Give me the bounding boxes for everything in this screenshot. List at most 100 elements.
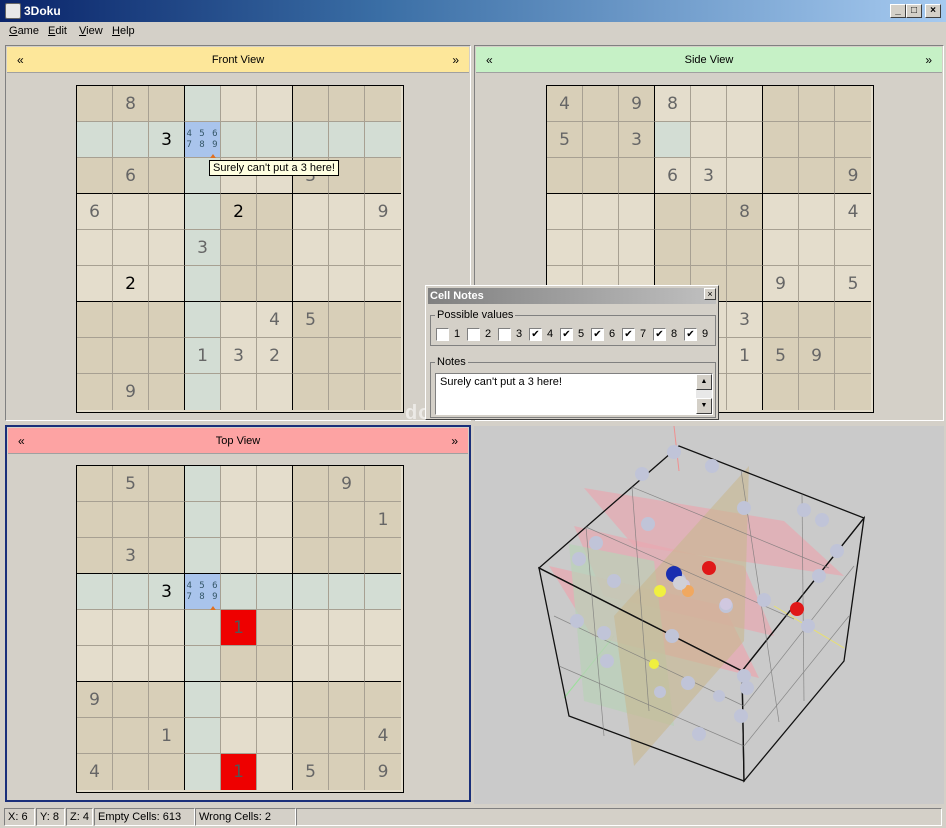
- sudoku-cell[interactable]: [149, 754, 185, 790]
- sudoku-cell[interactable]: 3: [619, 122, 655, 158]
- sudoku-cell[interactable]: [221, 574, 257, 610]
- sudoku-cell[interactable]: [185, 682, 221, 718]
- sudoku-cell[interactable]: [113, 302, 149, 338]
- sudoku-cell[interactable]: [547, 230, 583, 266]
- sudoku-cell[interactable]: [77, 302, 113, 338]
- sudoku-cell[interactable]: [77, 338, 113, 374]
- top-sudoku-board[interactable]: 591334 5 67 8 919144159: [76, 465, 404, 793]
- value-checkbox-1[interactable]: [436, 328, 449, 341]
- sudoku-cell[interactable]: [257, 502, 293, 538]
- sudoku-cell[interactable]: 5: [835, 266, 871, 302]
- sudoku-cell[interactable]: [257, 574, 293, 610]
- sudoku-cell[interactable]: [185, 754, 221, 790]
- value-checkbox-6[interactable]: ✔: [591, 328, 604, 341]
- sudoku-cell[interactable]: [329, 374, 365, 410]
- sudoku-cell[interactable]: [221, 302, 257, 338]
- value-checkbox-3[interactable]: [498, 328, 511, 341]
- notes-scrollbar[interactable]: ▲ ▼: [696, 374, 712, 414]
- sudoku-cell[interactable]: [655, 230, 691, 266]
- sudoku-cell[interactable]: 9: [835, 158, 871, 194]
- sudoku-cell[interactable]: [727, 374, 763, 410]
- cube-3d-render[interactable]: [474, 426, 944, 804]
- sudoku-cell[interactable]: [691, 122, 727, 158]
- sudoku-cell[interactable]: [365, 158, 401, 194]
- value-checkbox-8[interactable]: ✔: [653, 328, 666, 341]
- sudoku-cell[interactable]: [835, 338, 871, 374]
- top-next-button[interactable]: »: [451, 434, 458, 448]
- sudoku-cell[interactable]: [149, 194, 185, 230]
- sudoku-cell[interactable]: [113, 718, 149, 754]
- sudoku-cell[interactable]: [365, 374, 401, 410]
- sudoku-cell[interactable]: [365, 610, 401, 646]
- sudoku-cell[interactable]: [365, 302, 401, 338]
- sudoku-cell[interactable]: [77, 158, 113, 194]
- sudoku-cell[interactable]: [763, 86, 799, 122]
- sudoku-cell[interactable]: [583, 86, 619, 122]
- sudoku-cell[interactable]: [365, 338, 401, 374]
- sudoku-cell[interactable]: [221, 122, 257, 158]
- sudoku-cell[interactable]: 4: [547, 86, 583, 122]
- sudoku-cell[interactable]: [619, 158, 655, 194]
- sudoku-cell[interactable]: [619, 230, 655, 266]
- sudoku-cell[interactable]: [257, 610, 293, 646]
- value-checkbox-5[interactable]: ✔: [560, 328, 573, 341]
- sudoku-cell[interactable]: [329, 338, 365, 374]
- sudoku-cell[interactable]: [293, 266, 329, 302]
- sudoku-cell[interactable]: 8: [113, 86, 149, 122]
- sudoku-cell[interactable]: [149, 266, 185, 302]
- sudoku-cell[interactable]: 9: [365, 754, 401, 790]
- sudoku-cell[interactable]: [365, 538, 401, 574]
- sudoku-cell[interactable]: 3: [221, 338, 257, 374]
- sudoku-cell[interactable]: 2: [113, 266, 149, 302]
- sudoku-cell[interactable]: [763, 230, 799, 266]
- value-checkbox-2[interactable]: [467, 328, 480, 341]
- sudoku-cell[interactable]: [293, 230, 329, 266]
- sudoku-cell[interactable]: [329, 266, 365, 302]
- sudoku-cell[interactable]: [835, 374, 871, 410]
- sudoku-cell[interactable]: [149, 86, 185, 122]
- scroll-down-arrow-icon[interactable]: ▼: [696, 398, 712, 414]
- sudoku-cell[interactable]: [727, 86, 763, 122]
- sudoku-cell[interactable]: [293, 122, 329, 158]
- sudoku-cell[interactable]: [583, 230, 619, 266]
- sudoku-cell[interactable]: [799, 302, 835, 338]
- sudoku-cell[interactable]: 2: [221, 194, 257, 230]
- sudoku-cell[interactable]: [113, 502, 149, 538]
- sudoku-cell[interactable]: [185, 466, 221, 502]
- sudoku-cell[interactable]: [835, 230, 871, 266]
- sudoku-cell[interactable]: [149, 466, 185, 502]
- sudoku-cell[interactable]: [113, 194, 149, 230]
- sudoku-cell[interactable]: [221, 266, 257, 302]
- sudoku-cell[interactable]: [293, 86, 329, 122]
- menu-view[interactable]: View: [79, 25, 103, 37]
- sudoku-cell[interactable]: [691, 86, 727, 122]
- side-next-button[interactable]: »: [925, 53, 932, 67]
- sudoku-cell[interactable]: [727, 266, 763, 302]
- sudoku-cell[interactable]: [763, 158, 799, 194]
- sudoku-cell[interactable]: [655, 122, 691, 158]
- sudoku-cell[interactable]: [619, 194, 655, 230]
- sudoku-cell[interactable]: [77, 374, 113, 410]
- sudoku-cell[interactable]: [329, 122, 365, 158]
- notes-textarea[interactable]: Surely can't put a 3 here! ▲ ▼: [435, 373, 713, 415]
- sudoku-cell[interactable]: 6: [77, 194, 113, 230]
- front-sudoku-board[interactable]: 834 5 67 8 96362932451329: [76, 85, 404, 413]
- sudoku-cell[interactable]: [727, 158, 763, 194]
- sudoku-cell[interactable]: [77, 502, 113, 538]
- sudoku-cell[interactable]: 3: [185, 230, 221, 266]
- menu-game[interactable]: Game: [9, 25, 39, 37]
- sudoku-cell[interactable]: [77, 610, 113, 646]
- sudoku-cell[interactable]: 6: [113, 158, 149, 194]
- sudoku-cell[interactable]: [799, 374, 835, 410]
- value-checkbox-9[interactable]: ✔: [684, 328, 697, 341]
- sudoku-cell[interactable]: [293, 646, 329, 682]
- sudoku-cell[interactable]: [835, 302, 871, 338]
- cube-3d-view[interactable]: [474, 426, 944, 804]
- sudoku-cell[interactable]: 3: [149, 122, 185, 158]
- sudoku-cell[interactable]: [293, 466, 329, 502]
- sudoku-cell[interactable]: [149, 374, 185, 410]
- sudoku-cell[interactable]: [799, 86, 835, 122]
- sudoku-cell[interactable]: [763, 302, 799, 338]
- sudoku-cell[interactable]: [185, 86, 221, 122]
- sudoku-cell[interactable]: [365, 266, 401, 302]
